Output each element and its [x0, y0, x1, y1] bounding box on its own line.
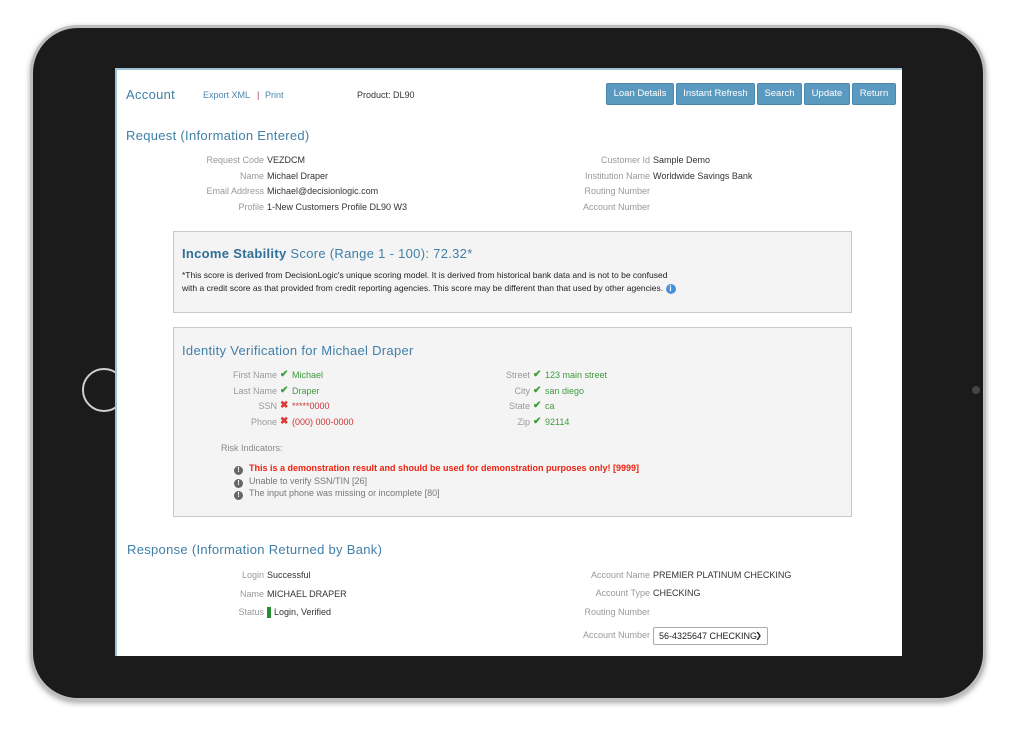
instant-refresh-button[interactable]: Instant Refresh [676, 83, 755, 105]
request-3-value: 1-New Customers Profile DL90 W3 [267, 201, 408, 212]
alert-icon: ! [234, 478, 243, 488]
risk-indicators-label: Risk Indicators: [221, 443, 283, 453]
response-2-label: Status [238, 607, 264, 617]
chevron-down-icon: ❯ [755, 631, 762, 640]
screen: Account Export XML | Print Product: DL90… [115, 68, 902, 656]
request-1-label: Name [239, 170, 264, 181]
income-note: *This score is derived from DecisionLogi… [182, 270, 668, 293]
identity-right-1-label: City [514, 385, 531, 396]
response-2-value: Login, Verified [274, 607, 332, 617]
separator: | [257, 90, 260, 100]
request-right-1-value: Worldwide Savings Bank [653, 170, 753, 181]
response-0-label: Login [241, 570, 264, 580]
update-button[interactable]: Update [804, 83, 850, 105]
response-right-0-value: PREMIER PLATINUM CHECKING [653, 570, 792, 580]
identity-left-1-label: Last Name [233, 385, 277, 396]
check-icon: ✔ [280, 384, 289, 396]
response-heading: Response (Information Returned by Bank) [127, 542, 383, 557]
export-xml-link[interactable]: Export XML [203, 90, 250, 100]
identity-right-0-value: 123 main street [545, 370, 608, 380]
request-1-value: Michael Draper [267, 170, 329, 181]
identity-left-0-label: First Name [232, 370, 277, 380]
return-button[interactable]: Return [852, 83, 896, 105]
identity-right-3-value: 92114 [545, 416, 570, 427]
risk-text: The input phone was missing or incomplet… [249, 488, 440, 498]
request-right-3-label: Account Number [582, 201, 650, 212]
request-2-label: Email Address [206, 186, 264, 197]
account-number-select[interactable]: 56-4325647 CHECKING ❯ [653, 627, 768, 645]
request-right-0-label: Customer Id [600, 155, 650, 165]
loan-details-button[interactable]: Loan Details [606, 83, 674, 105]
identity-left-0-value: Michael [292, 370, 324, 380]
print-link[interactable]: Print [265, 90, 284, 100]
identity-right-0-label: Street [505, 370, 530, 380]
request-0-label: Request Code [206, 155, 264, 165]
response-right-3-label: Account Number [582, 630, 650, 640]
check-icon: ✔ [533, 384, 542, 396]
identity-left-3-label: Phone [250, 416, 277, 427]
income-title: Income Stability [182, 246, 287, 261]
camera [972, 386, 980, 394]
alert-icon: ! [234, 466, 243, 475]
request-3-label: Profile [238, 201, 264, 212]
cross-icon: ✖ [280, 415, 289, 427]
risk-text: Unable to verify SSN/TIN [26] [249, 475, 368, 486]
identity-right-1-value: san diego [545, 385, 585, 396]
alert-icon: ! [234, 491, 243, 500]
risk-indicator-item: ! The input phone was missing or incomple… [234, 488, 440, 500]
request-right-1-label: Institution Name [584, 170, 650, 181]
request-right-0-value: Sample Demo [653, 155, 711, 165]
info-icon[interactable]: i [665, 283, 676, 294]
identity-left-1-value: Draper [292, 385, 320, 396]
check-icon: ✔ [280, 369, 289, 380]
product-label: Product: DL90 [357, 90, 415, 100]
check-icon: ✔ [533, 400, 542, 411]
identity-right-3-label: Zip [517, 416, 530, 427]
risk-indicator-item: ! Unable to verify SSN/TIN [26] [234, 476, 367, 488]
status-indicator [267, 607, 271, 618]
request-right-2-label: Routing Number [584, 186, 650, 197]
identity-left-2-value: *****0000 [292, 401, 330, 411]
risk-indicator-item: ! This is a demonstration result and shou… [234, 463, 639, 475]
identity-heading: Identity Verification for Michael Draper [182, 343, 414, 358]
request-heading: Request (Information Entered) [126, 128, 310, 143]
identity-left-2-label: SSN [258, 401, 277, 411]
account-number-selected-value: 56-4325647 CHECKING [659, 631, 758, 641]
request-0-value: VEZDCM [267, 155, 305, 165]
risk-text: This is a demonstration result and shoul… [249, 463, 640, 473]
check-icon: ✔ [533, 415, 542, 427]
cross-icon: ✖ [280, 400, 289, 411]
response-right-2-label: Routing Number [584, 607, 650, 617]
response-1-label: Name [239, 588, 264, 599]
identity-left-3-value: (000) 000-0000 [292, 416, 354, 427]
identity-right-2-label: State [508, 401, 530, 411]
page-title: Account [126, 87, 176, 102]
request-2-value: Michael@decisionlogic.com [267, 186, 379, 197]
identity-verification-box: Identity Verification for Michael Draper… [173, 327, 852, 517]
check-icon: ✔ [533, 369, 542, 380]
response-0-value: Successful [267, 570, 311, 580]
income-stability-box: Income Stability Score (Range 1 - 100): … [173, 231, 852, 313]
income-score: Score (Range 1 - 100): 72.32* [290, 246, 473, 261]
identity-right-2-value: ca [545, 401, 555, 411]
response-right-1-label: Account Type [595, 588, 650, 598]
response-1-value: MICHAEL DRAPER [267, 588, 347, 599]
response-right-1-value: CHECKING [653, 588, 701, 598]
search-button[interactable]: Search [757, 83, 802, 105]
response-right-0-label: Account Name [590, 570, 650, 580]
